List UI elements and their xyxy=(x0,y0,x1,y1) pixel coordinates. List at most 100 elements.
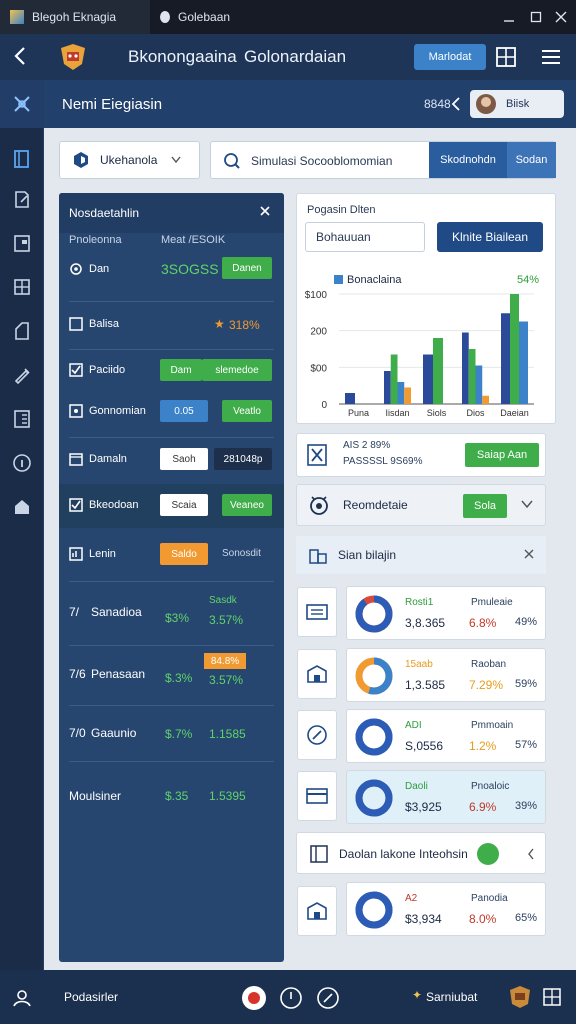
param-input[interactable]: Scaia xyxy=(160,494,208,516)
close-icon[interactable] xyxy=(259,205,271,217)
star-icon: ★ xyxy=(214,317,225,331)
run-button[interactable]: Klnite Biailean xyxy=(437,222,543,252)
compass-icon[interactable] xyxy=(316,986,340,1010)
param-input[interactable]: 281048p xyxy=(214,448,272,470)
pencil-icon[interactable] xyxy=(9,362,35,388)
clipboard-icon[interactable] xyxy=(9,230,35,256)
header-action-button[interactable]: Marlodat xyxy=(414,44,486,70)
dataset-input[interactable]: Bohauuan xyxy=(305,222,425,252)
param-option-button[interactable]: 0.05 xyxy=(160,400,208,422)
user-chip[interactable]: Biisk xyxy=(470,90,564,118)
metric-card[interactable]: A2 $3,934 Panodia 8.0% 65% xyxy=(346,882,546,936)
bar xyxy=(345,393,355,404)
card-icon[interactable] xyxy=(297,771,337,821)
metric-percent: 59% xyxy=(515,678,538,690)
checkbox-icon[interactable] xyxy=(69,317,83,331)
stat-value: 1.5395 xyxy=(209,789,246,803)
home-icon[interactable] xyxy=(9,494,35,520)
param-input[interactable]: Saoh xyxy=(160,448,208,470)
chevron-left-icon[interactable] xyxy=(450,94,462,114)
rail-tools-icon[interactable] xyxy=(0,80,44,128)
donut-chart xyxy=(355,595,393,633)
close-icon[interactable] xyxy=(524,549,534,559)
storefront-icon[interactable] xyxy=(297,886,337,936)
param-dropdown-button[interactable]: slemedoe xyxy=(202,359,272,381)
param-action-button[interactable]: Veatlo xyxy=(222,400,272,422)
back-arrow-icon[interactable] xyxy=(10,45,32,67)
y-tick-label: 0 xyxy=(321,400,327,411)
bar xyxy=(397,382,405,404)
metric-tag: Daoli xyxy=(405,781,428,792)
edit-icon[interactable] xyxy=(9,186,35,212)
toggle-label: Daolan lakone Inteohsin xyxy=(339,847,468,861)
section-title: Sian bilajin xyxy=(338,548,397,562)
entity-dropdown[interactable]: Ukehanola xyxy=(59,141,200,179)
bar xyxy=(482,395,489,404)
hamburger-menu-icon[interactable] xyxy=(541,48,561,66)
stat-value: 1.1585 xyxy=(209,727,246,741)
bar xyxy=(384,371,391,404)
summary-action-button[interactable]: Saiap Aan xyxy=(465,443,539,467)
chevron-down-icon[interactable] xyxy=(521,499,533,509)
list-icon[interactable] xyxy=(9,406,35,432)
ledger-icon[interactable] xyxy=(297,587,337,637)
grid-icon[interactable] xyxy=(495,46,517,68)
legend-swatch xyxy=(334,275,343,284)
bottom-bar: Podasirler ✦ Sarniubat xyxy=(0,970,576,1024)
window-tab-active[interactable]: Blegoh Eknagia xyxy=(0,0,150,34)
close-icon[interactable] xyxy=(552,8,570,26)
card-action-button[interactable]: Sola xyxy=(463,494,507,518)
tag-icon[interactable] xyxy=(9,318,35,344)
minimize-icon[interactable] xyxy=(500,8,518,26)
stat-value: $.3% xyxy=(165,671,193,685)
panel-icon xyxy=(309,844,329,864)
stat-value: $3% xyxy=(165,611,190,625)
option-toggle-row[interactable]: Daolan lakone Inteohsin xyxy=(296,832,546,874)
param-option-button[interactable]: Dam xyxy=(160,359,202,381)
checkbox-checked-icon[interactable] xyxy=(69,363,83,377)
gear-icon xyxy=(69,262,83,276)
simulation-search[interactable]: Simulasi Socooblomomian Skodnohdn Sodan xyxy=(210,141,556,179)
stat-label: Moulsiner xyxy=(69,789,122,803)
bar xyxy=(462,332,469,404)
search-secondary-button[interactable]: Sodan xyxy=(507,142,556,178)
chart-panel: Pogasin Dlten Bohauuan Klnite Biailean B… xyxy=(296,193,556,424)
cube-icon xyxy=(72,151,90,169)
checkbox-checked-icon[interactable] xyxy=(69,498,83,512)
y-tick-label: $100 xyxy=(305,290,328,301)
metric-label: Pmmoain xyxy=(471,720,514,731)
record-button[interactable] xyxy=(242,986,266,1010)
info-icon[interactable] xyxy=(9,450,35,476)
grid-icon[interactable] xyxy=(542,987,562,1007)
metric-card[interactable]: ADI S,0556 Pmmoain 1.2% 57% xyxy=(346,709,546,763)
metric-card[interactable]: Rosti1 3,8.365 Pmuleaie 6.8% 49% xyxy=(346,586,546,640)
metric-value: $3,934 xyxy=(405,912,442,926)
param-action-button[interactable]: Veaneo xyxy=(222,494,272,516)
compass-icon[interactable] xyxy=(297,710,337,760)
window-tab-inactive[interactable]: Golebaan xyxy=(150,0,350,34)
divider xyxy=(69,437,274,438)
bar xyxy=(433,338,443,404)
layout-icon[interactable] xyxy=(9,274,35,300)
window-titlebar: Blegoh Eknagia Golebaan xyxy=(0,0,576,34)
param-option-button[interactable]: Saldo xyxy=(160,543,208,565)
app-logo xyxy=(58,42,88,72)
bar xyxy=(519,321,528,404)
search-input[interactable]: Simulasi Socooblomomian xyxy=(251,154,392,168)
settings-icon xyxy=(69,404,83,418)
maximize-icon[interactable] xyxy=(527,8,545,26)
user-icon[interactable] xyxy=(12,988,32,1008)
chevron-left-icon[interactable] xyxy=(527,848,535,860)
metric-card-selected[interactable]: Daoli $3,925 Pnoaloic 6.9% 39% xyxy=(346,770,546,824)
search-primary-button[interactable]: Skodnohdn xyxy=(429,142,507,178)
storefront-icon[interactable] xyxy=(297,649,337,699)
bar xyxy=(423,354,433,404)
param-action-button[interactable]: Danen xyxy=(222,257,272,279)
mascot-icon[interactable] xyxy=(508,984,532,1010)
metric-card[interactable]: 15aab 1,3.585 Raoban 7.29% 59% xyxy=(346,648,546,702)
donut-chart xyxy=(355,779,393,817)
document-icon[interactable] xyxy=(9,146,35,172)
clock-icon[interactable] xyxy=(279,986,303,1010)
status-dot[interactable] xyxy=(477,843,499,865)
stat-prefix: 7/0 xyxy=(69,726,86,740)
